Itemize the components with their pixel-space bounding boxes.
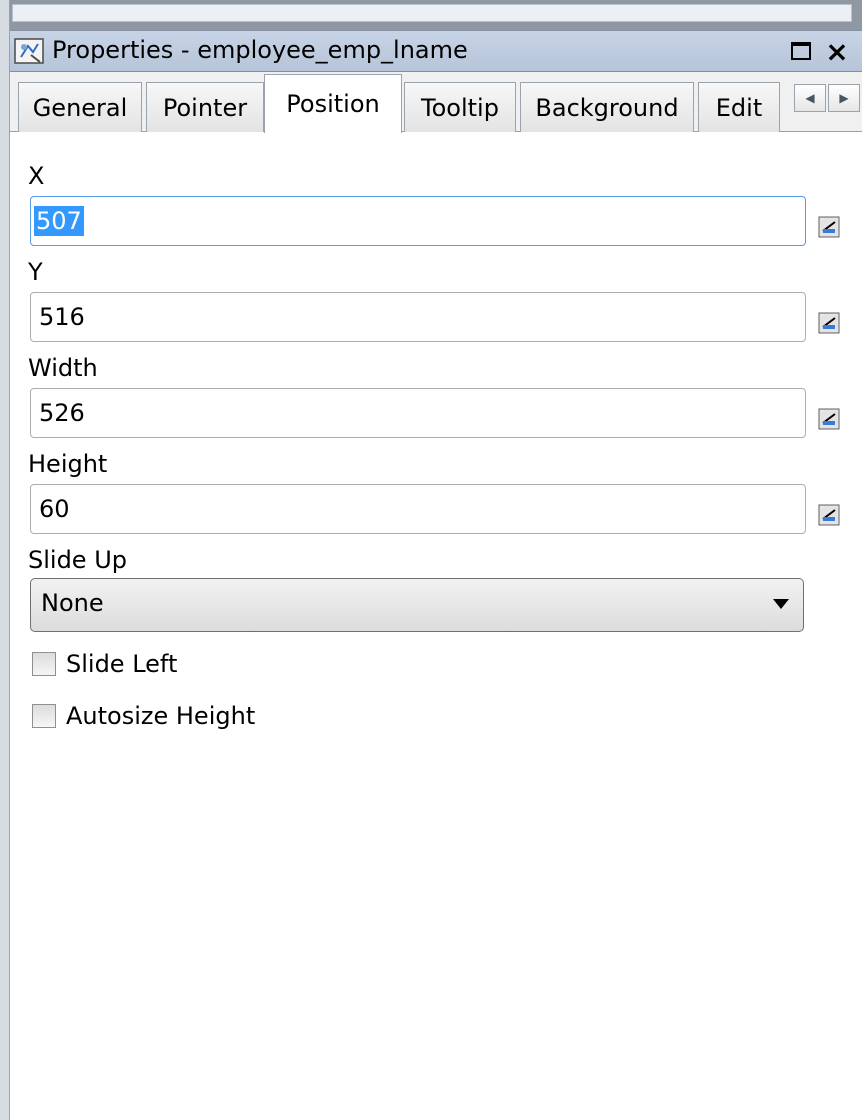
slide-left-row[interactable]: Slide Left [32, 646, 177, 682]
y-expression-button-icon[interactable] [818, 312, 840, 334]
position-tab-content: X 507 Y Width Height Slide Up [10, 132, 862, 1120]
x-input[interactable] [30, 196, 806, 246]
y-label: Y [28, 258, 43, 286]
autosize-height-label: Autosize Height [66, 702, 256, 730]
parent-frame-strip [0, 0, 862, 30]
scroll-left-icon[interactable]: ◀ [794, 84, 826, 112]
height-label: Height [28, 450, 108, 478]
tab-background[interactable]: Background [520, 82, 694, 132]
tab-scroll-arrows: ◀ ▶ [790, 84, 862, 114]
slide-left-label: Slide Left [66, 650, 178, 678]
properties-icon [14, 38, 44, 64]
tab-tooltip[interactable]: Tooltip [404, 82, 516, 132]
tab-pointer[interactable]: Pointer [146, 82, 264, 132]
y-input[interactable] [30, 292, 806, 342]
parent-frame-inner [12, 4, 852, 22]
x-label: X [28, 162, 45, 190]
slide-up-selected-value: None [41, 589, 104, 617]
x-input-value: 507 [34, 206, 84, 236]
slide-left-checkbox[interactable] [32, 652, 56, 676]
scroll-right-icon[interactable]: ▶ [828, 84, 860, 112]
chevron-down-icon [773, 599, 789, 609]
autosize-height-row[interactable]: Autosize Height [32, 698, 255, 734]
height-expression-button-icon[interactable] [818, 504, 840, 526]
x-expression-button-icon[interactable] [818, 216, 840, 238]
width-input[interactable] [30, 388, 806, 438]
tab-edit[interactable]: Edit [698, 82, 780, 132]
width-expression-button-icon[interactable] [818, 408, 840, 430]
window-left-edge [0, 0, 10, 1120]
tab-position[interactable]: Position [264, 74, 402, 133]
tab-strip: General Pointer Position Tooltip Backgro… [10, 72, 862, 133]
tab-general[interactable]: General [18, 82, 142, 132]
autosize-height-checkbox[interactable] [32, 704, 56, 728]
title-bar[interactable]: Properties - employee_emp_lname × [10, 30, 862, 72]
width-label: Width [28, 354, 98, 382]
close-button[interactable]: × [822, 35, 852, 68]
restore-icon [791, 42, 811, 60]
height-input[interactable] [30, 484, 806, 534]
slide-up-label: Slide Up [28, 546, 127, 574]
slide-up-dropdown[interactable]: None [30, 578, 804, 632]
window-title: Properties - employee_emp_lname [52, 36, 468, 64]
properties-window: Properties - employee_emp_lname × Genera… [0, 0, 862, 1120]
restore-button[interactable] [786, 35, 816, 67]
